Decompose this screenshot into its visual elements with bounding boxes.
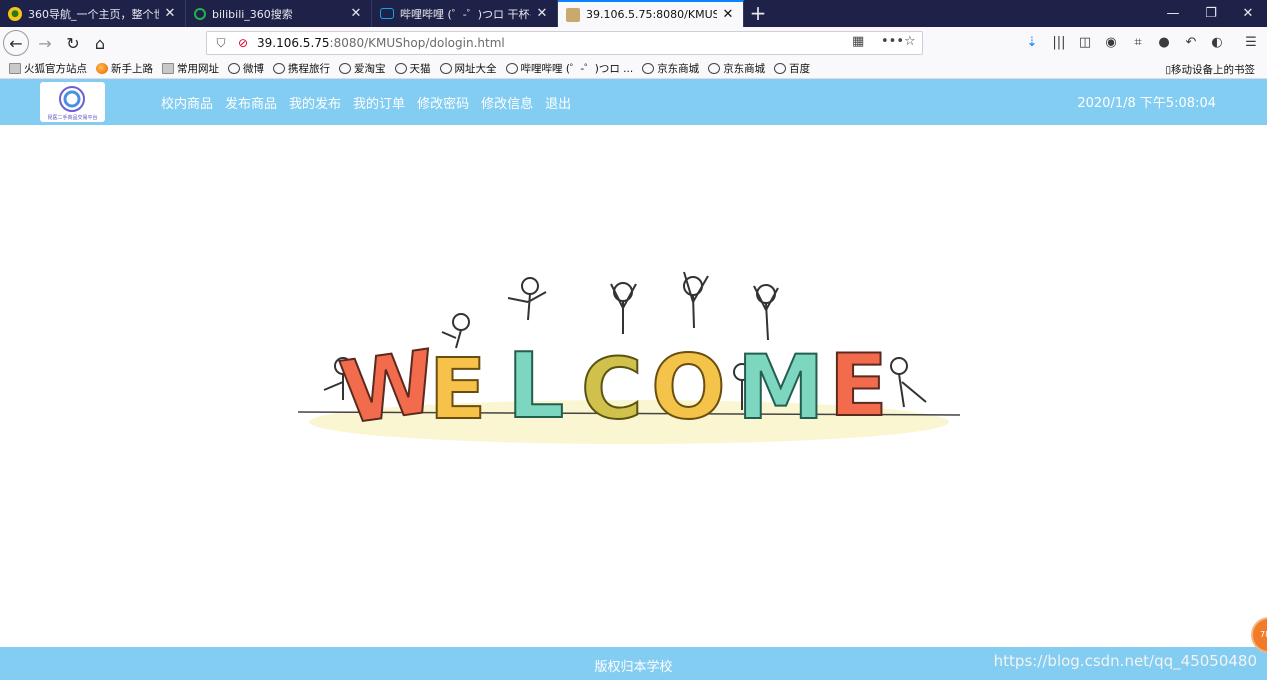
globe-icon [708, 63, 721, 74]
window-close-icon[interactable]: ✕ [1230, 0, 1266, 27]
bookmark-item[interactable]: 微博 [228, 61, 264, 76]
nav-change-password[interactable]: 修改密码 [417, 93, 469, 112]
insecure-lock-icon[interactable]: ⊘ [235, 36, 251, 50]
site-logo[interactable]: 昆医二手商品交易平台 [40, 82, 105, 122]
welcome-letters: W E L C O M E [334, 331, 911, 445]
360-icon: ● [8, 6, 22, 21]
screenshot-icon[interactable]: ⌗ [1127, 32, 1149, 54]
welcome-letter: L [506, 333, 565, 440]
chat-icon[interactable]: ● [1153, 32, 1175, 54]
bookmark-star-icon[interactable]: ☆ [904, 34, 916, 52]
main-nav: 校内商品 发布商品 我的发布 我的订单 修改密码 修改信息 退出 [161, 93, 583, 112]
site-header: 昆医二手商品交易平台 校内商品 发布商品 我的发布 我的订单 修改密码 修改信息… [0, 79, 1267, 125]
tab-label: 360导航_一个主页，整个世界 [28, 7, 159, 21]
url-host: 39.106.5.75 [257, 36, 330, 50]
bookmark-item[interactable]: 京东商城 [708, 61, 765, 76]
bookmark-item[interactable]: 新手上路 [96, 61, 153, 76]
menu-icon[interactable]: ☰ [1240, 32, 1262, 54]
bookmark-item[interactable]: 爱淘宝 [339, 61, 386, 76]
welcome-letter: E [828, 335, 889, 437]
page-actions-icon[interactable]: ••• [881, 34, 904, 52]
welcome-letter: E [428, 339, 487, 439]
close-icon[interactable]: ✕ [721, 7, 735, 22]
extension-icon[interactable]: ◐ [1206, 32, 1228, 54]
tab-bilibili-search[interactable]: bilibili_360搜索 ✕ [186, 0, 372, 27]
globe-icon [774, 63, 787, 74]
bookmarks-bar: 火狐官方站点 新手上路 常用网址 微博 携程旅行 爱淘宝 天猫 网址大全 哔哩哔… [0, 59, 1267, 79]
bookmark-item[interactable]: 常用网址 [162, 61, 219, 76]
search-360-icon [194, 7, 206, 20]
logo-ring-icon [59, 86, 85, 112]
folder-icon [9, 63, 21, 74]
site-footer: 版权归本学校 https://blog.csdn.net/qq_45050480 [0, 647, 1267, 680]
library-icon[interactable]: ||| [1048, 32, 1070, 54]
globe-icon [228, 63, 240, 74]
nav-my-publish[interactable]: 我的发布 [289, 93, 341, 112]
globe-icon [642, 63, 655, 74]
shield-icon[interactable]: ⛉ [213, 36, 229, 51]
minimize-icon[interactable]: — [1155, 0, 1191, 27]
welcome-letter: C [580, 339, 644, 439]
welcome-letter: O [650, 335, 727, 440]
welcome-letter: M [736, 335, 826, 440]
account-icon[interactable]: ◉ [1100, 32, 1122, 54]
globe-icon [439, 63, 452, 74]
url-path: :8080/KMUShop/dologin.html [329, 36, 505, 50]
back-button[interactable]: ← [3, 30, 29, 56]
globe-icon [273, 63, 285, 74]
close-icon[interactable]: ✕ [535, 6, 549, 21]
close-icon[interactable]: ✕ [163, 6, 177, 21]
folder-icon [162, 63, 174, 74]
tab-bilibili[interactable]: 哔哩哔哩 (゜-゜)つロ 干杯~-bi ✕ [372, 0, 558, 27]
nav-edit-info[interactable]: 修改信息 [481, 93, 533, 112]
qr-code-icon[interactable]: ▦ [852, 34, 864, 52]
globe-icon [339, 63, 351, 74]
welcome-letter: W [334, 331, 444, 445]
restore-icon[interactable]: ❐ [1193, 0, 1229, 27]
reload-button[interactable]: ↻ [60, 30, 86, 56]
tab-label: bilibili_360搜索 [212, 7, 293, 21]
firefox-icon [96, 63, 108, 74]
current-datetime: 2020/1/8 下午5:08:04 [1077, 96, 1216, 111]
tab-360[interactable]: ● 360导航_一个主页，整个世界 ✕ [0, 0, 186, 27]
undo-icon[interactable]: ↶ [1180, 32, 1202, 54]
bookmark-item[interactable]: 携程旅行 [273, 61, 330, 76]
bookmark-item[interactable]: 网址大全 [439, 61, 497, 76]
nav-logout[interactable]: 退出 [545, 93, 571, 112]
globe-icon [505, 63, 518, 74]
tab-kmushop[interactable]: 39.106.5.75:8080/KMUShop/ ✕ [558, 0, 744, 27]
site-icon [566, 7, 580, 22]
globe-icon [394, 63, 407, 74]
bookmark-item[interactable]: 京东商城 [642, 61, 699, 76]
forward-button[interactable]: → [32, 30, 58, 56]
home-button[interactable]: ⌂ [87, 30, 113, 56]
browser-toolbar: ← → ↻ ⌂ ⛉ ⊘ 39.106.5.75:8080/KMUShop/dol… [0, 27, 1267, 59]
sidebar-icon[interactable]: ◫ [1074, 32, 1096, 54]
url-bar[interactable]: ⛉ ⊘ 39.106.5.75:8080/KMUShop/dologin.htm… [206, 31, 923, 55]
bookmark-item[interactable]: 百度 [774, 61, 810, 76]
browser-tabstrip: ● 360导航_一个主页，整个世界 ✕ bilibili_360搜索 ✕ 哔哩哔… [0, 0, 1267, 27]
mobile-bookmarks[interactable]: ▯移动设备上的书签 [1165, 62, 1255, 77]
tab-label: 哔哩哔哩 (゜-゜)つロ 干杯~-bi [400, 7, 531, 21]
tab-label: 39.106.5.75:8080/KMUShop/ [586, 8, 717, 21]
nav-publish-goods[interactable]: 发布商品 [225, 93, 277, 112]
bookmark-item[interactable]: 天猫 [394, 61, 431, 76]
logo-text: 昆医二手商品交易平台 [47, 115, 98, 121]
close-icon[interactable]: ✕ [349, 6, 363, 21]
bilibili-tv-icon [380, 8, 394, 19]
csdn-watermark: https://blog.csdn.net/qq_45050480 [993, 652, 1257, 670]
download-icon[interactable]: ⇣ [1021, 32, 1043, 54]
bookmark-item[interactable]: 火狐官方站点 [9, 61, 87, 76]
new-tab-button[interactable]: + [744, 0, 772, 27]
nav-campus-goods[interactable]: 校内商品 [161, 93, 213, 112]
bookmark-item[interactable]: 哔哩哔哩 (゜-゜)つロ ... [505, 61, 633, 76]
nav-my-orders[interactable]: 我的订单 [353, 93, 405, 112]
